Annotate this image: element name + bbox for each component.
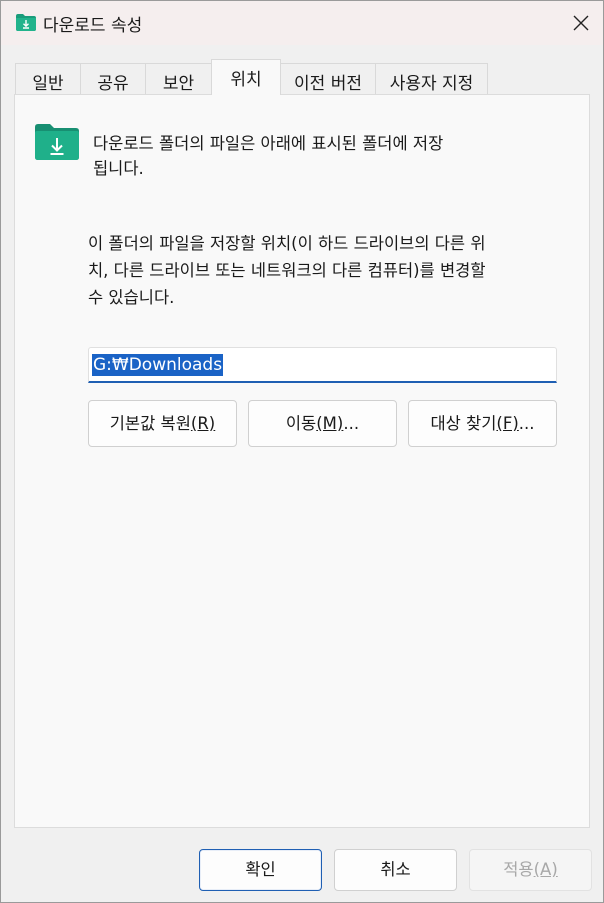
apply-label: 적용 [503,860,534,879]
ok-button[interactable]: 확인 [199,849,322,891]
move-button[interactable]: 이동(M)... [248,400,397,447]
info-line: 이 폴더의 파일을 저장할 위치(이 하드 드라이브의 다른 위 [88,234,486,253]
move-accelerator: (M) [316,414,344,433]
tab-location[interactable]: 위치 [211,59,281,95]
tab-previous-versions[interactable]: 이전 버전 [280,63,376,94]
close-icon [573,15,589,31]
tab-security[interactable]: 보안 [145,63,212,94]
description-line: 다운로드 폴더의 파일은 아래에 표시된 폴더에 저장 [93,134,444,153]
tab-general[interactable]: 일반 [15,63,81,94]
download-folder-icon [35,124,79,160]
folder-path-input[interactable]: G:₩Downloads [88,347,557,383]
tab-sharing[interactable]: 공유 [80,63,146,94]
window-title: 다운로드 속성 [43,16,143,36]
restore-default-accelerator: (R) [190,414,216,433]
find-target-label: 대상 찾기 [430,414,497,433]
restore-default-label: 기본값 복원 [109,414,191,433]
find-target-button[interactable]: 대상 찾기(F)... [408,400,557,447]
apply-accelerator: (A) [533,860,558,879]
tab-strip: 일반 공유 보안 위치 이전 버전 사용자 지정 [15,59,595,95]
location-info: 이 폴더의 파일을 저장할 위치(이 하드 드라이브의 다른 위 치, 다른 드… [88,230,568,311]
info-line: 수 있습니다. [88,288,175,307]
title-bar: 다운로드 속성 [1,1,603,45]
move-label: 이동 [285,414,317,433]
tab-customize[interactable]: 사용자 지정 [375,63,488,94]
restore-default-button[interactable]: 기본값 복원(R) [88,400,237,447]
location-description: 다운로드 폴더의 파일은 아래에 표시된 폴더에 저장 됩니다. [93,131,563,181]
download-folder-icon [16,14,36,31]
info-line: 치, 다른 드라이브 또는 네트워크의 다른 컴퓨터)를 변경할 [88,261,486,280]
find-target-ellipsis: ... [518,414,535,433]
cancel-button[interactable]: 취소 [334,849,457,891]
find-target-accelerator: (F) [496,414,519,433]
description-line: 됩니다. [93,159,144,178]
apply-button[interactable]: 적용(A) [469,849,592,891]
close-button[interactable] [557,1,603,45]
folder-path-value: G:₩Downloads [92,354,224,376]
location-panel: 다운로드 폴더의 파일은 아래에 표시된 폴더에 저장 됩니다. 이 폴더의 파… [14,94,590,828]
properties-dialog: 다운로드 속성 일반 공유 보안 위치 이전 버전 사용자 지정 다운로드 폴더… [0,0,604,903]
move-ellipsis: ... [343,414,360,433]
